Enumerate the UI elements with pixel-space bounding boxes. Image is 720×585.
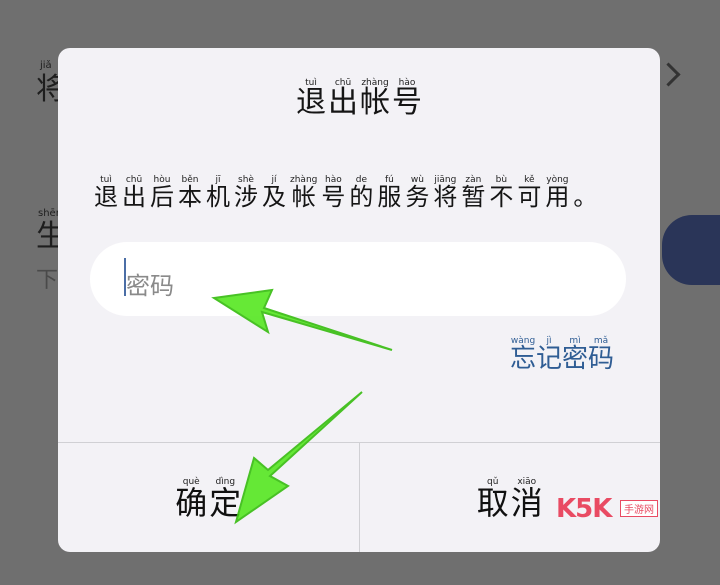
arrow-to-password-icon	[211, 288, 393, 351]
watermark-logo: K5K	[556, 494, 612, 524]
arrow-to-confirm-icon	[234, 391, 363, 525]
annotation-arrows	[211, 288, 393, 525]
watermark-sub: 手游网	[620, 500, 658, 517]
